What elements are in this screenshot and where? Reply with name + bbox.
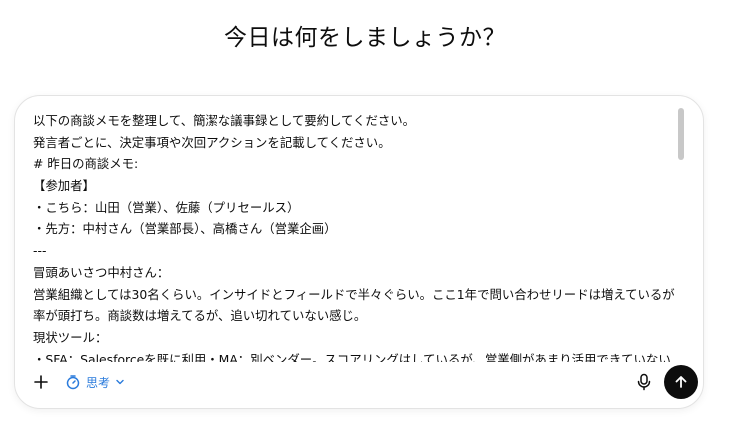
prompt-line: 【参加者】 <box>33 178 95 194</box>
prompt-composer: 以下の商談メモを整理して、簡潔な議事録として要約してください。 発言者ごとに、決… <box>14 95 704 409</box>
think-mode-button[interactable]: 思考 <box>61 369 129 395</box>
prompt-line: ・こちら：山田（営業）、佐藤（プリセールス） <box>33 199 300 215</box>
plus-icon <box>34 375 48 389</box>
chevron-down-icon <box>116 379 124 385</box>
page-title: 今日は何をしましょうか？ <box>224 25 506 51</box>
prompt-line: --- <box>33 243 47 259</box>
add-attachment-button[interactable] <box>29 370 53 394</box>
send-button[interactable] <box>664 365 698 399</box>
arrow-up-icon <box>675 376 687 388</box>
chat-home: 今日は何をしましょうか？ 以下の商談メモを整理して、簡潔な議事録として要約してく… <box>0 0 730 435</box>
microphone-icon <box>637 373 651 391</box>
composer-toolbar: 思考 <box>15 358 703 408</box>
scrollbar-thumb[interactable] <box>678 108 684 160</box>
prompt-line: 冒頭あいさつ中村さん： <box>33 264 170 280</box>
prompt-line: ・先方：中村さん（営業部長）、高橋さん（営業企画） <box>33 221 337 237</box>
prompt-line: 現状ツール： <box>33 329 108 345</box>
prompt-line: 以下の商談メモを整理して、簡潔な議事録として要約してください。 <box>33 113 416 128</box>
voice-input-button[interactable] <box>633 371 655 393</box>
prompt-line: # 昨日の商談メモ: <box>33 156 139 172</box>
prompt-line: 営業組織としては30名くらい。インサイドとフィールドで半々ぐらい。ここ1年で問い… <box>33 286 675 302</box>
timer-icon <box>66 375 80 390</box>
prompt-line: 発言者ごとに、決定事項や次回アクションを記載してください。 <box>33 134 391 150</box>
prompt-line: 率が頭打ち。商談数は増えてるが、追い切れていない感じ。 <box>33 308 367 324</box>
prompt-input[interactable]: 以下の商談メモを整理して、簡潔な議事録として要約してください。 発言者ごとに、決… <box>33 110 675 362</box>
think-mode-label: 思考 <box>86 375 111 390</box>
